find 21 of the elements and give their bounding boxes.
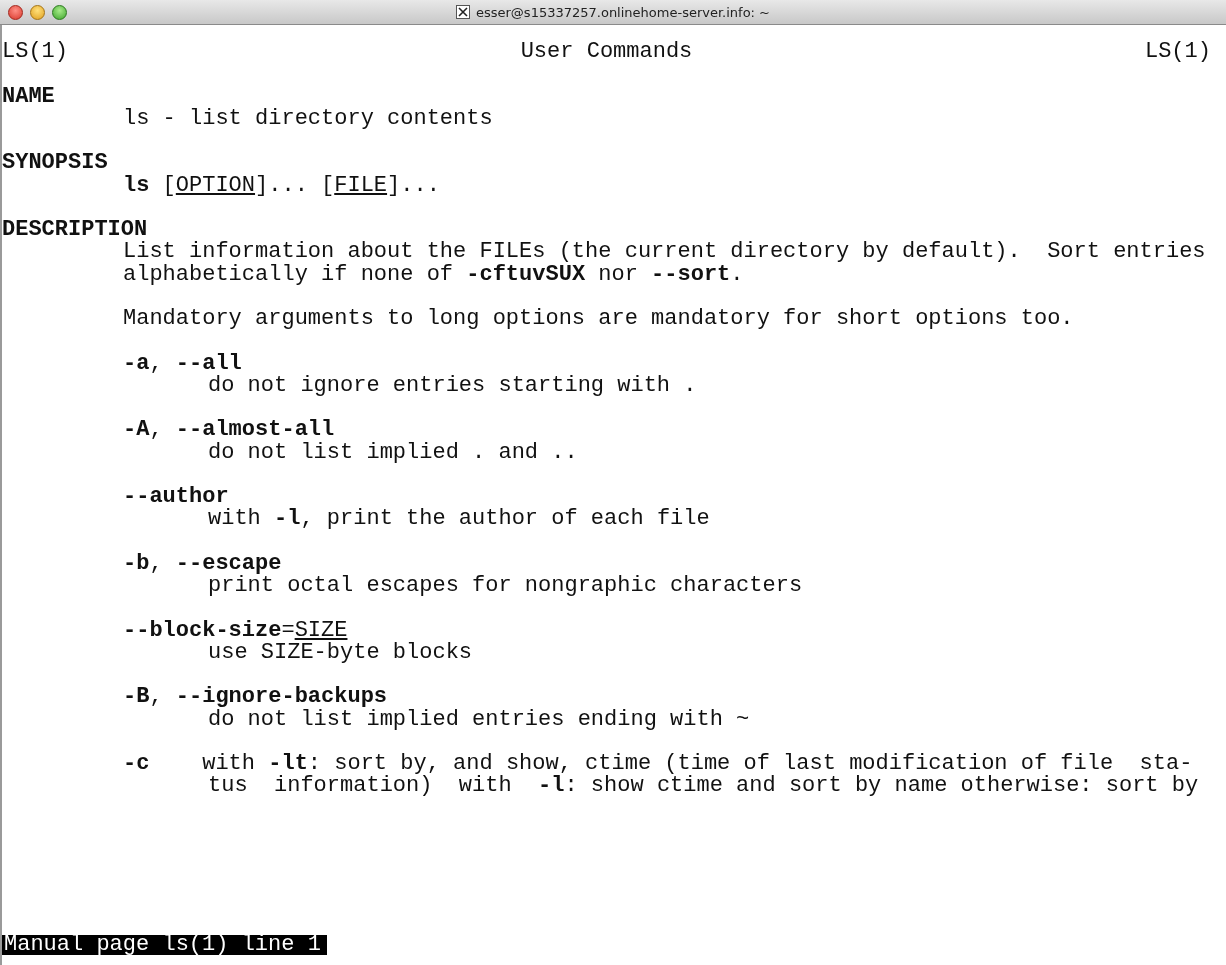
- text-line: -c with -lt: sort by, and show, ctime (time of last modification of file sta-: [123, 751, 1193, 776]
- section-heading: SYNOPSIS: [2, 150, 108, 176]
- text-line: Mandatory arguments to long options are mandatory for short options too.: [123, 306, 1074, 331]
- status-bar: Manual page ls(1) line 1: [2, 935, 327, 955]
- text-line: -b, --escape: [123, 550, 282, 576]
- close-icon[interactable]: [8, 4, 23, 20]
- zoom-icon[interactable]: [52, 4, 67, 20]
- text-line: tus information) with -l: show ctime and sort by name otherwise: sort by: [208, 773, 1199, 799]
- text-line: --author: [123, 484, 229, 509]
- text-line: print octal escapes for nongraphic characters: [208, 573, 803, 598]
- text-line: ls - list directory contents: [123, 105, 493, 131]
- minimize-icon[interactable]: [30, 4, 45, 20]
- x-window-icon: [455, 5, 470, 19]
- text-line: ls [OPTION]... [FILE]...: [123, 172, 440, 198]
- text-line: with -l, print the author of each file: [208, 506, 710, 532]
- man-header-left: LS(1): [2, 41, 68, 64]
- man-header-right: LS(1): [1144, 41, 1211, 64]
- section-heading: NAME: [2, 83, 55, 109]
- window-title: esser@s15337257.onlinehome-server.info: ~: [475, 4, 770, 20]
- man-header-title: User Commands: [520, 41, 693, 64]
- section-heading: DESCRIPTION: [2, 217, 148, 242]
